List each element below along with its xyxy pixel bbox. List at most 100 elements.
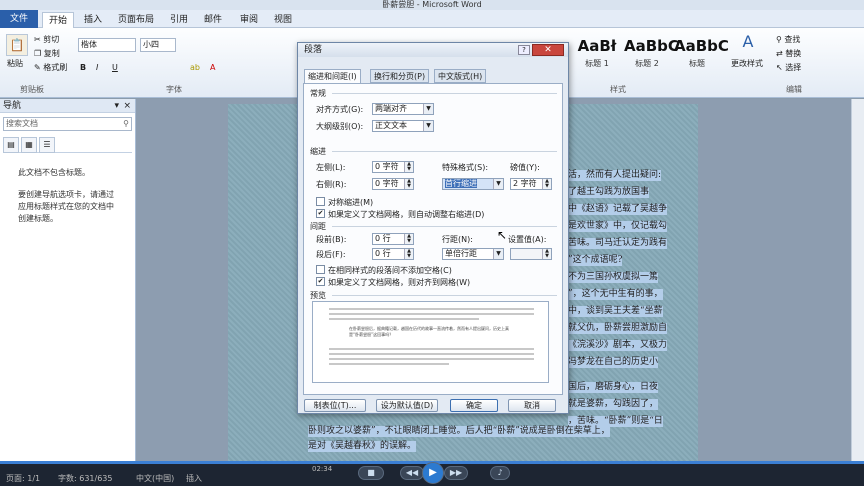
- nav-tab-headings[interactable]: ▤: [3, 137, 19, 153]
- no-space-same-style-checkbox[interactable]: [316, 265, 325, 274]
- select-button[interactable]: ↖ 选择: [776, 62, 801, 73]
- page-count: 页面: 1/1: [6, 474, 41, 483]
- auto-right-indent-checkbox[interactable]: ✔: [316, 209, 325, 218]
- line-spacing-select[interactable]: 单倍行距 ▼: [442, 248, 504, 260]
- nav-tab-results[interactable]: ☰: [39, 137, 55, 153]
- font-size-combo[interactable]: 小四: [140, 38, 176, 52]
- tab-file[interactable]: 文件: [0, 10, 38, 28]
- text-line: 国后，磨砺身心，日夜: [568, 382, 659, 393]
- right-indent-spinner[interactable]: 0 字符 ▲ ▼: [372, 178, 414, 190]
- ok-button[interactable]: 确定: [450, 399, 498, 412]
- vertical-scrollbar[interactable]: [851, 99, 864, 461]
- text-line: 是欢世家》中，仅记载勾: [568, 221, 668, 232]
- ribbon-tab-bar: 文件 开始 插入 页面布局 引用 邮件 审阅 视图: [0, 10, 864, 28]
- brush-icon: ✎: [34, 63, 44, 72]
- tab-mailings[interactable]: 邮件: [198, 12, 228, 28]
- preview-line: [329, 308, 534, 310]
- replace-button[interactable]: ⇄ 替换: [776, 48, 801, 59]
- help-icon[interactable]: ?: [518, 45, 530, 55]
- tab-line-page-breaks[interactable]: 换行和分页(P): [370, 69, 430, 83]
- preview-line: [329, 313, 534, 315]
- editing-group-label: 编辑: [786, 85, 802, 94]
- space-after-spinner[interactable]: 0 行 ▲ ▼: [372, 248, 414, 260]
- tab-review[interactable]: 审阅: [234, 12, 264, 28]
- tab-view[interactable]: 视图: [268, 12, 298, 28]
- right-indent-label: 右侧(R):: [316, 180, 347, 189]
- stop-icon[interactable]: ■: [358, 466, 384, 480]
- tab-references[interactable]: 引用: [164, 12, 194, 28]
- style-title[interactable]: AaBbC 标题: [674, 34, 729, 84]
- insert-mode-status: 插入: [186, 474, 202, 483]
- left-indent-spinner[interactable]: 0 字符 ▲ ▼: [372, 161, 414, 173]
- language-status: 中文(中国): [136, 474, 175, 483]
- fast-forward-icon[interactable]: ▶▶: [444, 466, 468, 480]
- font-name-combo[interactable]: 楷体: [78, 38, 136, 52]
- tab-page-layout[interactable]: 页面布局: [112, 12, 160, 28]
- paste-icon[interactable]: 📋: [6, 34, 28, 56]
- preview-sample-text: 在卧薪尝胆后，据典籍记载，越国在历代的故事一直流传着，然而有人提出疑问，历史上真…: [349, 326, 509, 337]
- tab-home[interactable]: 开始: [42, 12, 75, 28]
- dialog-title: 段落: [304, 45, 323, 55]
- nav-tab-strip: ▤ ▦ ☰: [3, 137, 132, 153]
- change-styles-button[interactable]: 更改样式: [731, 58, 763, 69]
- play-icon[interactable]: ▶: [422, 462, 444, 484]
- style-heading1[interactable]: AaBł 标题 1: [574, 34, 620, 84]
- spinner-arrows-icon: ▲ ▼: [404, 249, 413, 259]
- cut-button[interactable]: ✂ 剪切: [34, 34, 59, 45]
- copy-icon: ❐: [34, 49, 44, 58]
- preview-line: [329, 318, 479, 320]
- line-spacing-at-label: 设置值(A):: [508, 235, 547, 244]
- window-title: 卧薪尝胆 - Microsoft Word: [382, 0, 482, 9]
- close-icon[interactable]: ✕: [532, 44, 564, 56]
- format-painter-button[interactable]: ✎ 格式刷: [34, 62, 67, 73]
- volume-icon[interactable]: ♪: [490, 466, 510, 480]
- set-default-button[interactable]: 设为默认值(D): [376, 399, 438, 412]
- special-indent-select[interactable]: 首行缩进 ▼: [442, 178, 504, 190]
- outline-level-select[interactable]: 正文文本 ▼: [372, 120, 434, 132]
- spacing-section-title: 间距: [310, 222, 326, 231]
- font-color-icon[interactable]: A: [210, 62, 215, 73]
- indent-by-spinner[interactable]: 2 字符 ▲ ▼: [510, 178, 552, 190]
- cancel-button[interactable]: 取消: [508, 399, 556, 412]
- tabs-button[interactable]: 制表位(T)...: [304, 399, 366, 412]
- mirror-indent-checkbox[interactable]: [316, 197, 325, 206]
- line-spacing-at-spinner[interactable]: ▲ ▼: [510, 248, 552, 260]
- text-line: 就是婆薪，勾践因了，: [568, 399, 659, 410]
- snap-to-grid-checkbox[interactable]: ✔: [316, 277, 325, 286]
- preview-line: [329, 348, 534, 350]
- text-line: 卧则攻之以婆薪”，不让眼睛闭上睡觉。后人把“卧薪”说成是卧倒在柴草上，: [308, 426, 610, 437]
- search-icon: ⚲: [123, 119, 129, 128]
- space-before-spinner[interactable]: 0 行 ▲ ▼: [372, 233, 414, 245]
- tab-asian-typography[interactable]: 中文版式(H): [434, 69, 487, 83]
- navigation-pane: 导航 ▾ × 搜索文档 ⚲ ▤ ▦ ☰ 此文档不包含标题。 要创建导航选项卡，请通过应用标…: [0, 99, 136, 461]
- word-count: 字数: 631/635: [58, 474, 113, 483]
- replace-icon: ⇄: [776, 49, 786, 58]
- snap-to-grid-label: 如果定义了文档网格，则对齐到网格(W): [328, 278, 471, 287]
- rewind-icon[interactable]: ◀◀: [400, 466, 424, 480]
- tab-indents-spacing[interactable]: 缩进和间距(I): [304, 69, 361, 84]
- nav-search-input[interactable]: 搜索文档 ⚲: [3, 117, 132, 131]
- highlight-icon[interactable]: ab: [190, 62, 200, 73]
- bold-button[interactable]: B: [80, 62, 86, 73]
- italic-button[interactable]: I: [96, 62, 98, 73]
- close-icon[interactable]: ×: [123, 99, 131, 113]
- copy-button[interactable]: ❐ 复制: [34, 48, 60, 59]
- spinner-arrows-icon: ▲ ▼: [404, 179, 413, 189]
- chevron-down-icon[interactable]: ▾: [114, 99, 119, 113]
- paste-button[interactable]: 粘贴: [7, 58, 23, 69]
- video-player-controls: 02:34 ■ ◀◀ ▶ ▶▶ ♪: [310, 461, 534, 486]
- divider: [332, 151, 557, 152]
- style-heading2[interactable]: AaBbC 标题 2: [624, 34, 679, 84]
- text-line: 了越王勾践为放国事: [568, 187, 650, 198]
- spinner-arrows-icon: ▲ ▼: [542, 249, 551, 259]
- divider: [332, 226, 557, 227]
- tab-insert[interactable]: 插入: [78, 12, 108, 28]
- line-spacing-label: 行距(N):: [442, 235, 473, 244]
- text-line: 中《赵语》记载了吴越争: [568, 204, 668, 215]
- nav-tab-pages[interactable]: ▦: [21, 137, 37, 153]
- find-button[interactable]: ⚲ 查找: [776, 34, 800, 45]
- underline-button[interactable]: U: [112, 62, 118, 73]
- alignment-select[interactable]: 两端对齐 ▼: [372, 103, 434, 115]
- text-line: 活，然而有人提出疑问:: [568, 170, 662, 181]
- chevron-down-icon: ▼: [493, 249, 503, 259]
